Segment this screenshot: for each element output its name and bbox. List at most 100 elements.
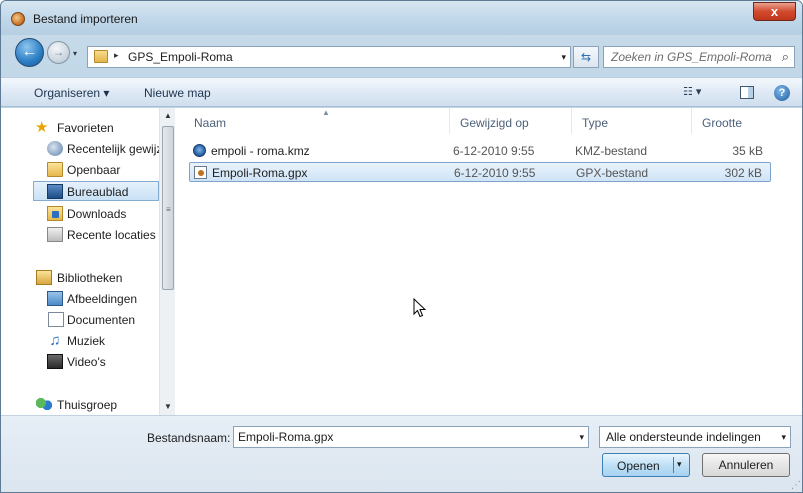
command-toolbar: Organiseren ▾ Nieuwe map ☷ ▾ ?: [1, 77, 802, 107]
file-modified: 6-12-2010 9:55: [454, 166, 536, 180]
scroll-down-arrow-icon[interactable]: ▼: [160, 399, 176, 415]
file-import-dialog: Bestand importeren x ← → ▾ ▸ GPS_Empoli-…: [0, 0, 803, 493]
column-header-label: Naam: [194, 116, 227, 130]
navigation-bar: ← → ▾ ▸ GPS_Empoli-Roma ▾ ⇆ Zoeken in GP…: [1, 35, 802, 77]
scroll-up-arrow-icon[interactable]: ▲: [160, 108, 176, 124]
filename-value[interactable]: Empoli-Roma.gpx: [238, 430, 333, 444]
sidebar-item-label: Recentelijk gewijzigd: [67, 142, 159, 156]
filter-selected-value: Alle ondersteunde indelingen (*: [606, 430, 764, 444]
sidebar-item-homegroup[interactable]: Thuisgroep: [1, 395, 159, 415]
refresh-button[interactable]: ⇆: [573, 46, 599, 68]
sidebar-item-label: Thuisgroep: [57, 398, 118, 412]
new-folder-button[interactable]: Nieuwe map: [144, 86, 211, 100]
content-area: ★ Favorieten Recentelijk gewijzigd Openb…: [1, 108, 802, 415]
search-input[interactable]: Zoeken in GPS_Empoli-Roma: [611, 50, 772, 64]
close-button[interactable]: x: [753, 2, 796, 21]
address-bar[interactable]: ▸ GPS_Empoli-Roma ▾: [87, 46, 571, 68]
recent-icon: [47, 141, 63, 156]
breadcrumb-chevron-icon[interactable]: ▸: [114, 50, 119, 61]
column-header-label: Gewijzigd op: [460, 116, 529, 130]
grip-icon: ≡: [166, 205, 171, 214]
filter-dropdown-icon[interactable]: ▾: [781, 432, 786, 443]
forward-button[interactable]: →: [47, 41, 70, 64]
filename-dropdown-icon[interactable]: ▾: [579, 432, 584, 443]
file-row[interactable]: empoli - roma.kmz 6-12-2010 9:55 KMZ-bes…: [189, 141, 771, 161]
title-bar: Bestand importeren x: [1, 1, 802, 35]
folder-icon: [47, 162, 63, 177]
file-modified: 6-12-2010 9:55: [453, 144, 535, 158]
column-header-label: Grootte: [702, 116, 743, 130]
file-list: ▲ Naam Gewijzigd op Type Grootte empoli …: [176, 108, 802, 415]
organise-menu-button[interactable]: Organiseren ▾: [34, 86, 109, 100]
column-header-size[interactable]: Grootte: [692, 108, 772, 134]
download-folder-icon: [47, 206, 63, 221]
column-header-label: Type: [582, 116, 609, 130]
open-button-label: Openen: [617, 459, 660, 473]
sidebar-item-videos[interactable]: Video's: [1, 352, 159, 372]
sidebar-item-label: Favorieten: [57, 121, 114, 135]
pictures-icon: [47, 291, 63, 306]
desktop-icon: [47, 184, 63, 199]
file-type: GPX-bestand: [576, 166, 649, 180]
sidebar-item-label: Recente locaties: [67, 228, 156, 242]
music-icon: ♫: [49, 332, 61, 349]
sidebar-item-label: Bibliotheken: [57, 271, 123, 285]
folder-icon: [94, 50, 108, 63]
cancel-button[interactable]: Annuleren: [702, 453, 790, 477]
breadcrumb-current-folder[interactable]: GPS_Empoli-Roma: [128, 50, 233, 64]
gpx-file-icon: [194, 166, 207, 179]
navigation-pane: ★ Favorieten Recentelijk gewijzigd Openb…: [1, 108, 175, 415]
mouse-pointer-icon: [413, 298, 427, 318]
search-icon[interactable]: ⌕: [782, 49, 789, 65]
navigation-scrollbar[interactable]: ▲ ≡ ▼: [159, 108, 175, 415]
column-header-name[interactable]: ▲ Naam: [184, 108, 450, 134]
scroll-thumb[interactable]: ≡: [162, 126, 174, 290]
filename-label: Bestandsnaam:: [147, 431, 231, 445]
open-button[interactable]: Openen ▾: [602, 453, 690, 477]
dialog-footer: Bestandsnaam: Empoli-Roma.gpx ▾ Alle ond…: [1, 415, 802, 492]
sidebar-item-label: Afbeeldingen: [67, 292, 138, 306]
history-dropdown-icon[interactable]: ▾: [73, 49, 81, 58]
sidebar-item-recent-places[interactable]: Recente locaties: [1, 225, 159, 245]
sidebar-item-libraries[interactable]: Bibliotheken: [1, 268, 159, 288]
file-type-filter-select[interactable]: Alle ondersteunde indelingen (* ▾: [599, 426, 791, 448]
sidebar-item-desktop[interactable]: Bureaublad: [33, 181, 159, 201]
view-options-icon[interactable]: ☷ ▾: [683, 85, 715, 101]
help-icon[interactable]: ?: [774, 85, 790, 101]
sidebar-item-label: Openbaar: [67, 163, 121, 177]
resize-grip-icon[interactable]: ⋰: [791, 480, 801, 491]
back-button[interactable]: ←: [15, 38, 44, 67]
recent-places-icon: [47, 227, 63, 242]
preview-pane-icon[interactable]: [740, 86, 754, 99]
sidebar-item-label: Bureaublad: [67, 185, 129, 199]
filename-field[interactable]: Empoli-Roma.gpx ▾: [233, 426, 589, 448]
video-icon: [47, 354, 63, 369]
address-dropdown-icon[interactable]: ▾: [561, 52, 566, 63]
homegroup-icon: [36, 397, 52, 412]
sidebar-item-downloads[interactable]: Downloads: [1, 204, 159, 224]
app-icon: [11, 12, 25, 26]
file-size: 35 kB: [732, 144, 763, 158]
sidebar-item-pictures[interactable]: Afbeeldingen: [1, 289, 159, 309]
sidebar-item-recent-changes[interactable]: Recentelijk gewijzigd: [1, 139, 159, 159]
file-name: empoli - roma.kmz: [211, 144, 310, 158]
library-icon: [36, 270, 52, 285]
column-header-type[interactable]: Type: [572, 108, 692, 134]
documents-icon: [48, 312, 64, 327]
column-header-modified[interactable]: Gewijzigd op: [450, 108, 572, 134]
file-size: 302 kB: [724, 166, 762, 180]
sidebar-item-favorites[interactable]: ★ Favorieten: [1, 118, 159, 138]
sidebar-item-label: Documenten: [67, 313, 136, 327]
file-name: Empoli-Roma.gpx: [212, 166, 308, 180]
split-divider: [673, 457, 674, 473]
kmz-file-icon: [193, 144, 206, 157]
sidebar-item-music[interactable]: ♫ Muziek: [1, 331, 159, 351]
sidebar-item-label: Video's: [67, 355, 106, 369]
sidebar-item-label: Muziek: [67, 334, 106, 348]
sidebar-item-public[interactable]: Openbaar: [1, 160, 159, 180]
file-row-selected[interactable]: Empoli-Roma.gpx 6-12-2010 9:55 GPX-besta…: [189, 162, 771, 182]
open-options-dropdown-icon[interactable]: ▾: [677, 459, 682, 470]
sidebar-item-documents[interactable]: Documenten: [1, 310, 159, 330]
search-box[interactable]: Zoeken in GPS_Empoli-Roma ⌕: [603, 46, 795, 68]
window-title: Bestand importeren: [33, 12, 138, 26]
